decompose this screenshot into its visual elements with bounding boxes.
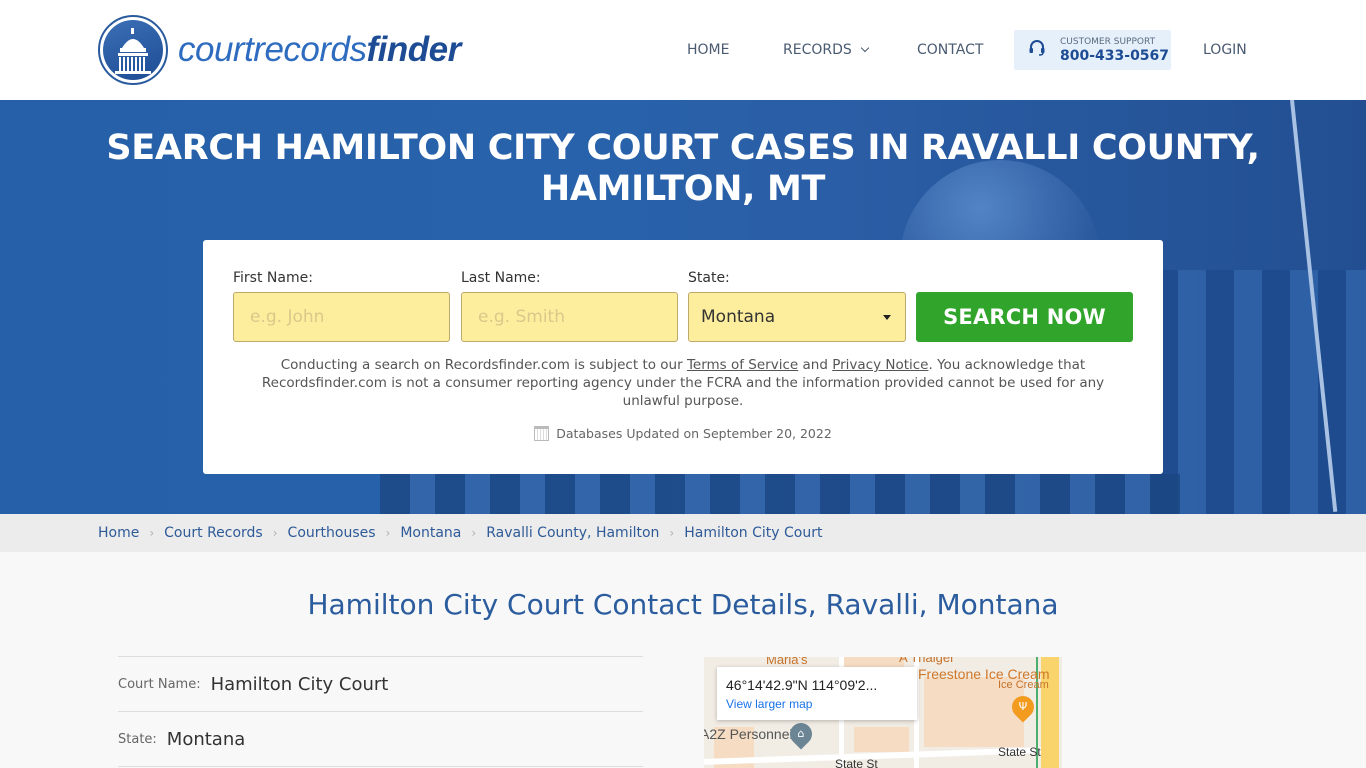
breadcrumb-current[interactable]: Hamilton City Court	[684, 525, 822, 541]
nav-contact[interactable]: CONTACT	[917, 30, 983, 70]
state-label: State:	[688, 270, 730, 286]
breadcrumb-ravalli-county[interactable]: Ravalli County, Hamilton	[486, 525, 659, 541]
building-base-image	[380, 474, 1180, 514]
search-form: First Name: Last Name: State: Montana SE…	[203, 240, 1163, 474]
breadcrumb-courthouses[interactable]: Courthouses	[288, 525, 376, 541]
customer-support-box[interactable]: CUSTOMER SUPPORT 800-433-0567	[1014, 30, 1171, 70]
search-disclaimer: Conducting a search on Recordsfinder.com…	[261, 357, 1105, 409]
headset-icon	[1028, 39, 1048, 61]
last-name-field-wrap	[461, 292, 678, 342]
chevron-right-icon: ›	[149, 526, 155, 540]
first-name-label: First Name:	[233, 270, 313, 286]
last-name-label: Last Name:	[461, 270, 541, 286]
breadcrumb-bar: Home › Court Records › Courthouses › Mon…	[0, 514, 1366, 552]
map-block	[854, 727, 909, 752]
chevron-right-icon: ›	[272, 526, 278, 540]
page-title: Hamilton City Court Contact Details, Rav…	[307, 588, 1059, 621]
divider	[118, 766, 643, 767]
map-label-a2z: A2Z Personnel	[704, 726, 793, 742]
chevron-right-icon: ›	[385, 526, 391, 540]
hero-banner: SEARCH HAMILTON CITY COURT CASES IN RAVA…	[0, 100, 1366, 514]
state-select[interactable]: Montana	[688, 292, 906, 342]
breadcrumb-court-records[interactable]: Court Records	[164, 525, 263, 541]
site-header: courtrecordsfinder HOME RECORDS CONTACT …	[0, 0, 1366, 100]
nav-home[interactable]: HOME	[687, 30, 729, 70]
database-updated-note: Databases Updated on September 20, 2022	[203, 426, 1163, 441]
view-larger-map-link[interactable]: View larger map	[726, 697, 917, 711]
bank-pin-icon[interactable]: ⌂	[785, 718, 817, 750]
google-map[interactable]: Maria's A Thaiger Freestone Ice Cream Ic…	[704, 657, 1062, 768]
last-name-input[interactable]	[478, 293, 677, 341]
map-info-popup: 46°14'42.9"N 114°09'2... View larger map	[717, 667, 917, 720]
court-details: Court Name: Hamilton City Court State: M…	[118, 656, 643, 767]
chevron-down-icon	[860, 43, 870, 53]
map-label-marias: Maria's	[766, 657, 808, 667]
privacy-notice-link[interactable]: Privacy Notice	[832, 357, 928, 373]
map-label-state-st: State St	[835, 757, 878, 768]
nav-records[interactable]: RECORDS	[783, 30, 870, 70]
nav-login[interactable]: LOGIN	[1203, 30, 1247, 70]
support-phone[interactable]: 800-433-0567	[1060, 49, 1169, 63]
map-coordinates: 46°14'42.9"N 114°09'2...	[726, 677, 878, 693]
chevron-right-icon: ›	[669, 526, 675, 540]
calendar-icon	[534, 426, 550, 441]
logo-wordmark: courtrecordsfinder	[178, 30, 461, 69]
map-label-thaiger: A Thaiger	[899, 657, 955, 665]
first-name-field-wrap	[233, 292, 450, 342]
map-label-ice-cream: Ice Cream	[998, 679, 1049, 691]
capitol-logo-icon	[98, 15, 168, 85]
map-label-state-st: State St	[998, 745, 1041, 759]
site-logo[interactable]: courtrecordsfinder	[98, 15, 461, 85]
caret-down-icon	[883, 315, 891, 320]
detail-row-state: State: Montana	[118, 711, 643, 766]
breadcrumb: Home › Court Records › Courthouses › Mon…	[98, 514, 822, 552]
search-now-button[interactable]: SEARCH NOW	[916, 292, 1133, 342]
breadcrumb-montana[interactable]: Montana	[400, 525, 461, 541]
first-name-input[interactable]	[250, 293, 449, 341]
support-label: CUSTOMER SUPPORT	[1060, 36, 1156, 47]
terms-of-service-link[interactable]: Terms of Service	[687, 357, 798, 373]
hero-title: SEARCH HAMILTON CITY COURT CASES IN RAVA…	[106, 128, 1260, 209]
detail-row-court-name: Court Name: Hamilton City Court	[118, 656, 643, 711]
breadcrumb-home[interactable]: Home	[98, 525, 139, 541]
chevron-right-icon: ›	[471, 526, 477, 540]
restaurant-pin-icon[interactable]: Ψ	[1007, 691, 1039, 723]
